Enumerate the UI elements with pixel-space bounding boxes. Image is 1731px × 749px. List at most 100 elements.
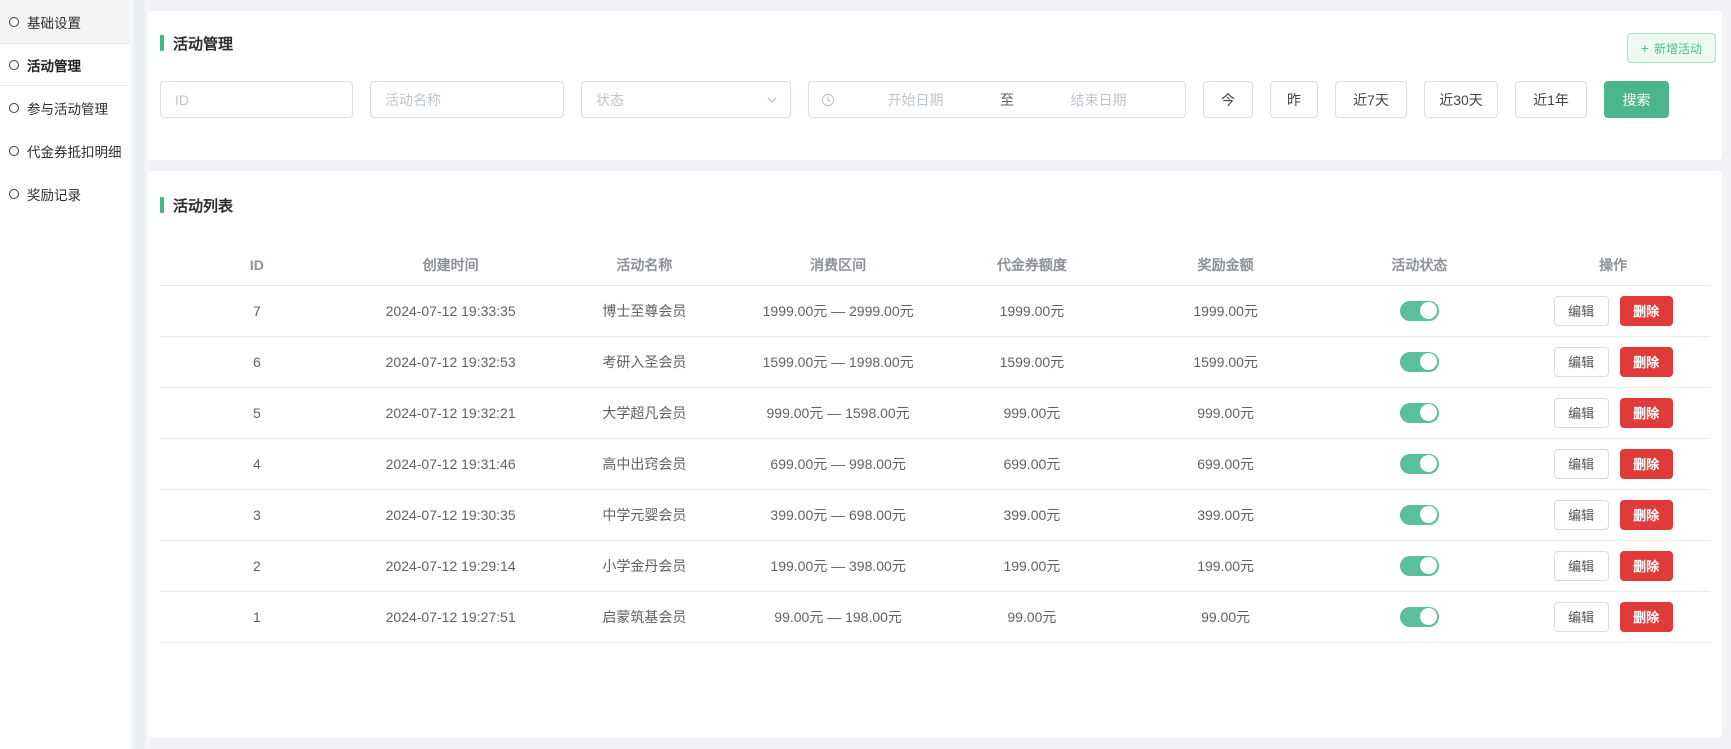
quick-date-7days-button[interactable]: 近7天 <box>1335 81 1407 118</box>
search-button[interactable]: 搜索 <box>1604 81 1669 118</box>
col-header-created: 创建时间 <box>354 245 548 285</box>
circle-outline-icon <box>9 103 19 113</box>
list-title: 活动列表 <box>173 195 233 216</box>
sidebar-item-activity-management[interactable]: 活动管理 <box>0 43 130 86</box>
sidebar-item-reward-records[interactable]: 奖励记录 <box>0 172 130 215</box>
activity-filter-card: 活动管理 + 新增活动 状态 开始日期 至 结束日期 <box>149 11 1722 160</box>
table-row: 4 2024-07-12 19:31:46 高中出窍会员 699.00元 — 9… <box>160 438 1710 489</box>
section-accent-bar <box>160 35 164 51</box>
cell-voucher: 1599.00元 <box>935 336 1129 387</box>
cell-voucher: 399.00元 <box>935 489 1129 540</box>
col-header-actions: 操作 <box>1516 245 1710 285</box>
cell-id: 2 <box>160 540 354 591</box>
cell-reward: 999.00元 <box>1129 387 1323 438</box>
cell-reward: 199.00元 <box>1129 540 1323 591</box>
add-activity-label: 新增活动 <box>1654 40 1702 57</box>
delete-button[interactable]: 删除 <box>1620 347 1673 377</box>
sidebar: 基础设置 活动管理 参与活动管理 代金券抵扣明细 奖励记录 <box>0 0 130 749</box>
edit-button[interactable]: 编辑 <box>1554 296 1609 326</box>
circle-outline-icon <box>9 146 19 156</box>
col-header-id: ID <box>160 245 354 285</box>
col-header-voucher: 代金券额度 <box>935 245 1129 285</box>
status-toggle[interactable] <box>1400 403 1439 423</box>
sidebar-content-divider <box>130 0 149 749</box>
delete-button[interactable]: 删除 <box>1620 500 1673 530</box>
table-card-title: 活动列表 <box>160 195 1711 215</box>
add-activity-button[interactable]: + 新增活动 <box>1627 33 1716 63</box>
table-row: 1 2024-07-12 19:27:51 启蒙筑基会员 99.00元 — 19… <box>160 591 1710 642</box>
col-header-status: 活动状态 <box>1323 245 1517 285</box>
cell-id: 3 <box>160 489 354 540</box>
activity-table: ID 创建时间 活动名称 消费区间 代金券额度 奖励金额 活动状态 操作 7 2… <box>160 245 1710 643</box>
section-accent-bar <box>160 197 164 213</box>
sidebar-item-label: 参与活动管理 <box>27 98 108 118</box>
date-separator: 至 <box>996 90 1018 110</box>
cell-range: 199.00元 — 398.00元 <box>741 540 935 591</box>
cell-reward: 99.00元 <box>1129 591 1323 642</box>
delete-button[interactable]: 删除 <box>1620 449 1673 479</box>
cell-id: 5 <box>160 387 354 438</box>
status-toggle[interactable] <box>1400 454 1439 474</box>
cell-name: 大学超凡会员 <box>548 387 742 438</box>
clock-icon <box>821 93 835 107</box>
status-toggle[interactable] <box>1400 556 1439 576</box>
toggle-knob <box>1420 302 1437 319</box>
delete-button[interactable]: 删除 <box>1620 602 1673 632</box>
col-header-name: 活动名称 <box>548 245 742 285</box>
cell-name: 高中出窍会员 <box>548 438 742 489</box>
status-toggle[interactable] <box>1400 505 1439 525</box>
sidebar-item-label: 活动管理 <box>27 55 81 75</box>
cell-voucher: 999.00元 <box>935 387 1129 438</box>
cell-id: 7 <box>160 285 354 336</box>
status-toggle[interactable] <box>1400 301 1439 321</box>
end-date-placeholder: 结束日期 <box>1024 90 1173 110</box>
edit-button[interactable]: 编辑 <box>1554 449 1609 479</box>
cell-voucher: 1999.00元 <box>935 285 1129 336</box>
cell-reward: 399.00元 <box>1129 489 1323 540</box>
cell-range: 1599.00元 — 1998.00元 <box>741 336 935 387</box>
edit-button[interactable]: 编辑 <box>1554 551 1609 581</box>
col-header-reward: 奖励金额 <box>1129 245 1323 285</box>
quick-date-1year-button[interactable]: 近1年 <box>1515 81 1587 118</box>
quick-date-yesterday-button[interactable]: 昨 <box>1270 81 1318 118</box>
toggle-knob <box>1420 506 1437 523</box>
status-toggle[interactable] <box>1400 607 1439 627</box>
cell-created: 2024-07-12 19:33:35 <box>354 285 548 336</box>
cell-created: 2024-07-12 19:31:46 <box>354 438 548 489</box>
status-toggle[interactable] <box>1400 352 1439 372</box>
table-row: 6 2024-07-12 19:32:53 考研入圣会员 1599.00元 — … <box>160 336 1710 387</box>
cell-name: 启蒙筑基会员 <box>548 591 742 642</box>
cell-range: 1999.00元 — 2999.00元 <box>741 285 935 336</box>
id-input[interactable] <box>160 81 353 118</box>
sidebar-item-basic-settings[interactable]: 基础设置 <box>0 0 130 43</box>
cell-name: 考研入圣会员 <box>548 336 742 387</box>
sidebar-item-participation-management[interactable]: 参与活动管理 <box>0 86 130 129</box>
table-row: 5 2024-07-12 19:32:21 大学超凡会员 999.00元 — 1… <box>160 387 1710 438</box>
status-select[interactable]: 状态 <box>581 81 791 118</box>
edit-button[interactable]: 编辑 <box>1554 398 1609 428</box>
sidebar-item-label: 代金券抵扣明细 <box>27 141 122 161</box>
cell-name: 中学元婴会员 <box>548 489 742 540</box>
sidebar-item-label: 基础设置 <box>27 12 81 32</box>
delete-button[interactable]: 删除 <box>1620 551 1673 581</box>
delete-button[interactable]: 删除 <box>1620 296 1673 326</box>
edit-button[interactable]: 编辑 <box>1554 500 1609 530</box>
activity-list-card: 活动列表 ID 创建时间 活动名称 消费区间 代金券额度 奖励金额 活动状态 操… <box>149 171 1722 738</box>
cell-id: 6 <box>160 336 354 387</box>
cell-created: 2024-07-12 19:29:14 <box>354 540 548 591</box>
edit-button[interactable]: 编辑 <box>1554 602 1609 632</box>
cell-id: 4 <box>160 438 354 489</box>
filter-card-title: 活动管理 <box>160 33 1711 53</box>
cell-created: 2024-07-12 19:32:21 <box>354 387 548 438</box>
edit-button[interactable]: 编辑 <box>1554 347 1609 377</box>
table-row: 3 2024-07-12 19:30:35 中学元婴会员 399.00元 — 6… <box>160 489 1710 540</box>
date-range-picker[interactable]: 开始日期 至 结束日期 <box>808 81 1186 118</box>
activity-name-input[interactable] <box>370 81 564 118</box>
sidebar-item-label: 奖励记录 <box>27 184 81 204</box>
delete-button[interactable]: 删除 <box>1620 398 1673 428</box>
main-content: 活动管理 + 新增活动 状态 开始日期 至 结束日期 <box>149 0 1731 749</box>
sidebar-item-voucher-deduction-detail[interactable]: 代金券抵扣明细 <box>0 129 130 172</box>
quick-date-30days-button[interactable]: 近30天 <box>1424 81 1498 118</box>
quick-date-today-button[interactable]: 今 <box>1203 81 1253 118</box>
circle-outline-icon <box>9 189 19 199</box>
